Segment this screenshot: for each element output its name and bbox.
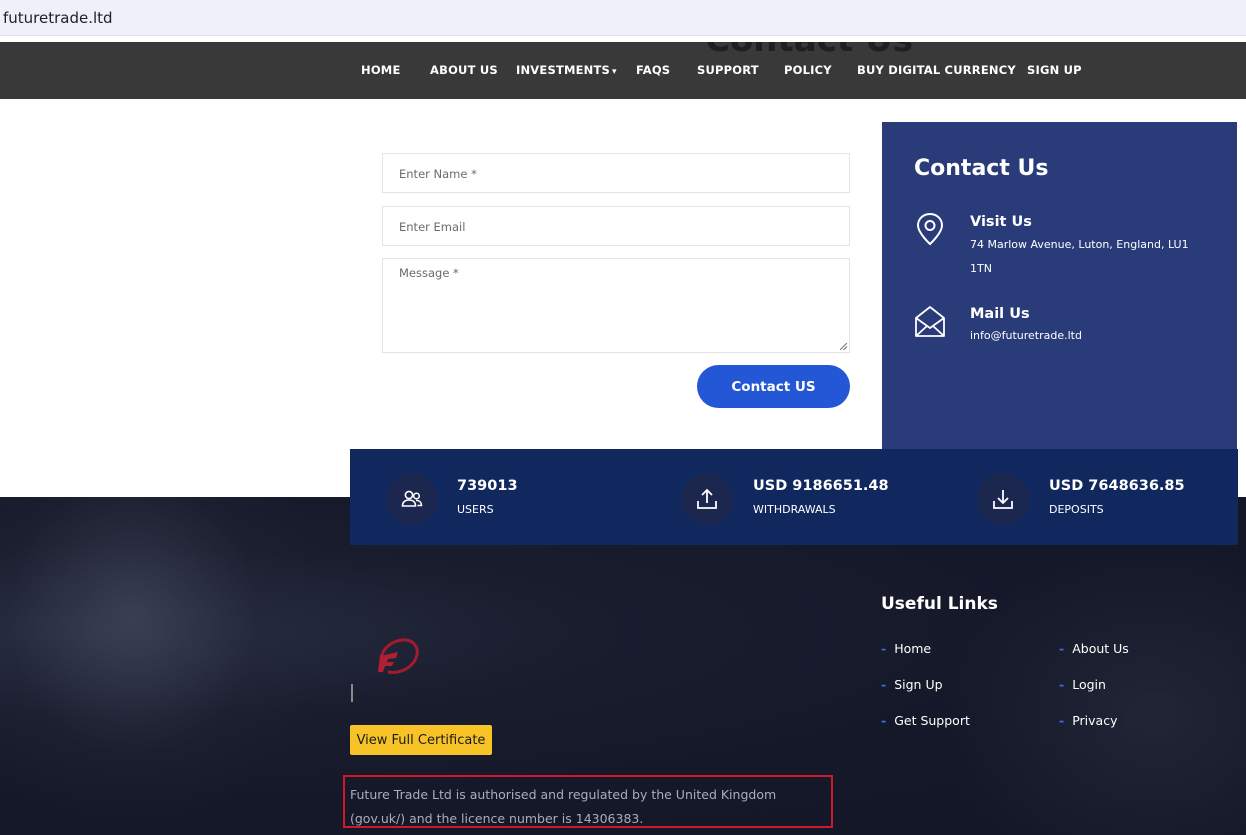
regulation-text: Future Trade Ltd is authorised and regul… xyxy=(350,787,777,826)
contact-submit-button[interactable]: Contact US xyxy=(697,365,850,408)
visit-us-address: 74 Marlow Avenue, Luton, England, LU1 1T… xyxy=(970,238,1189,275)
footer-link-privacy[interactable]: - Privacy xyxy=(1059,713,1117,728)
nav-faqs[interactable]: FAQS xyxy=(636,63,670,77)
footer-link-privacy-label: Privacy xyxy=(1072,713,1118,728)
withdrawals-value: USD 9186651.48 xyxy=(753,478,889,494)
name-field[interactable]: Enter Name * xyxy=(382,153,850,193)
hidden-page-heading: Contact Us xyxy=(705,42,913,60)
footer-link-login-label: Login xyxy=(1072,677,1106,692)
deposits-value: USD 7648636.85 xyxy=(1049,478,1185,494)
resize-handle-icon[interactable] xyxy=(840,343,847,350)
main-navbar: Contact Us HOME ABOUT US INVESTMENTS▾ FA… xyxy=(0,42,1246,99)
users-value: 739013 xyxy=(457,478,518,494)
footer-link-support[interactable]: - Get Support xyxy=(881,713,970,728)
logo-divider xyxy=(351,684,353,702)
email-field[interactable]: Enter Email xyxy=(382,206,850,246)
company-logo[interactable] xyxy=(374,636,422,678)
contact-form: Enter Name * Enter Email Message * Conta… xyxy=(350,122,882,449)
nav-investments-label: INVESTMENTS xyxy=(516,63,611,77)
nav-policy[interactable]: POLICY xyxy=(784,63,832,77)
deposits-label: DEPOSITS xyxy=(1049,503,1104,516)
dash-icon: - xyxy=(1059,641,1065,656)
visit-us-title: Visit Us xyxy=(970,214,1032,230)
regulation-highlight-box: Future Trade Ltd is authorised and regul… xyxy=(343,775,833,828)
map-pin-icon xyxy=(916,212,944,246)
download-icon xyxy=(993,490,1013,509)
envelope-icon xyxy=(915,306,945,337)
dash-icon: - xyxy=(881,677,887,692)
footer-link-signup[interactable]: - Sign Up xyxy=(881,677,943,692)
footer-background-photo xyxy=(0,497,330,835)
url-text[interactable]: futuretrade.ltd xyxy=(3,9,113,27)
mail-us-address[interactable]: info@futuretrade.ltd xyxy=(970,324,1210,348)
browser-address-bar[interactable]: futuretrade.ltd xyxy=(0,0,1246,36)
contact-info-panel: Contact Us Visit Us 74 Marlow Avenue, Lu… xyxy=(882,122,1237,449)
dash-icon: - xyxy=(1059,713,1065,728)
contact-info-title: Contact Us xyxy=(914,156,1049,181)
nav-sign-up[interactable]: SIGN UP xyxy=(1027,63,1082,77)
view-certificate-button[interactable]: View Full Certificate xyxy=(350,725,492,755)
dash-icon: - xyxy=(1059,677,1065,692)
mail-us-title: Mail Us xyxy=(970,306,1030,322)
dash-icon: - xyxy=(881,641,887,656)
footer-link-signup-label: Sign Up xyxy=(894,677,943,692)
users-icon-circle xyxy=(386,473,438,525)
deposits-icon-circle xyxy=(977,473,1029,525)
useful-links-title: Useful Links xyxy=(881,594,998,614)
stats-bar: 739013 USERS USD 9186651.48 WITHDRAWALS … xyxy=(350,449,1238,545)
nav-home[interactable]: HOME xyxy=(361,63,401,77)
users-label: USERS xyxy=(457,503,494,516)
withdrawals-icon-circle xyxy=(681,473,733,525)
upload-icon xyxy=(697,488,717,509)
users-icon xyxy=(401,490,423,507)
nav-buy-digital-currency[interactable]: BUY DIGITAL CURRENCY xyxy=(857,63,1016,77)
footer-link-home[interactable]: - Home xyxy=(881,641,931,656)
name-placeholder: Enter Name * xyxy=(399,167,477,181)
nav-investments[interactable]: INVESTMENTS ▾ xyxy=(516,63,617,77)
message-field[interactable]: Message * xyxy=(382,258,850,353)
nav-support[interactable]: SUPPORT xyxy=(697,63,759,77)
footer-link-login[interactable]: - Login xyxy=(1059,677,1106,692)
footer-link-support-label: Get Support xyxy=(894,713,970,728)
withdrawals-label: WITHDRAWALS xyxy=(753,503,836,516)
nav-about-us[interactable]: ABOUT US xyxy=(430,63,498,77)
footer-link-home-label: Home xyxy=(894,641,932,656)
footer-link-about[interactable]: - About Us xyxy=(1059,641,1129,656)
dash-icon: - xyxy=(881,713,887,728)
message-placeholder: Message * xyxy=(399,266,459,280)
footer-link-about-label: About Us xyxy=(1072,641,1129,656)
email-placeholder: Enter Email xyxy=(399,220,466,234)
chevron-down-icon: ▾ xyxy=(612,67,617,77)
